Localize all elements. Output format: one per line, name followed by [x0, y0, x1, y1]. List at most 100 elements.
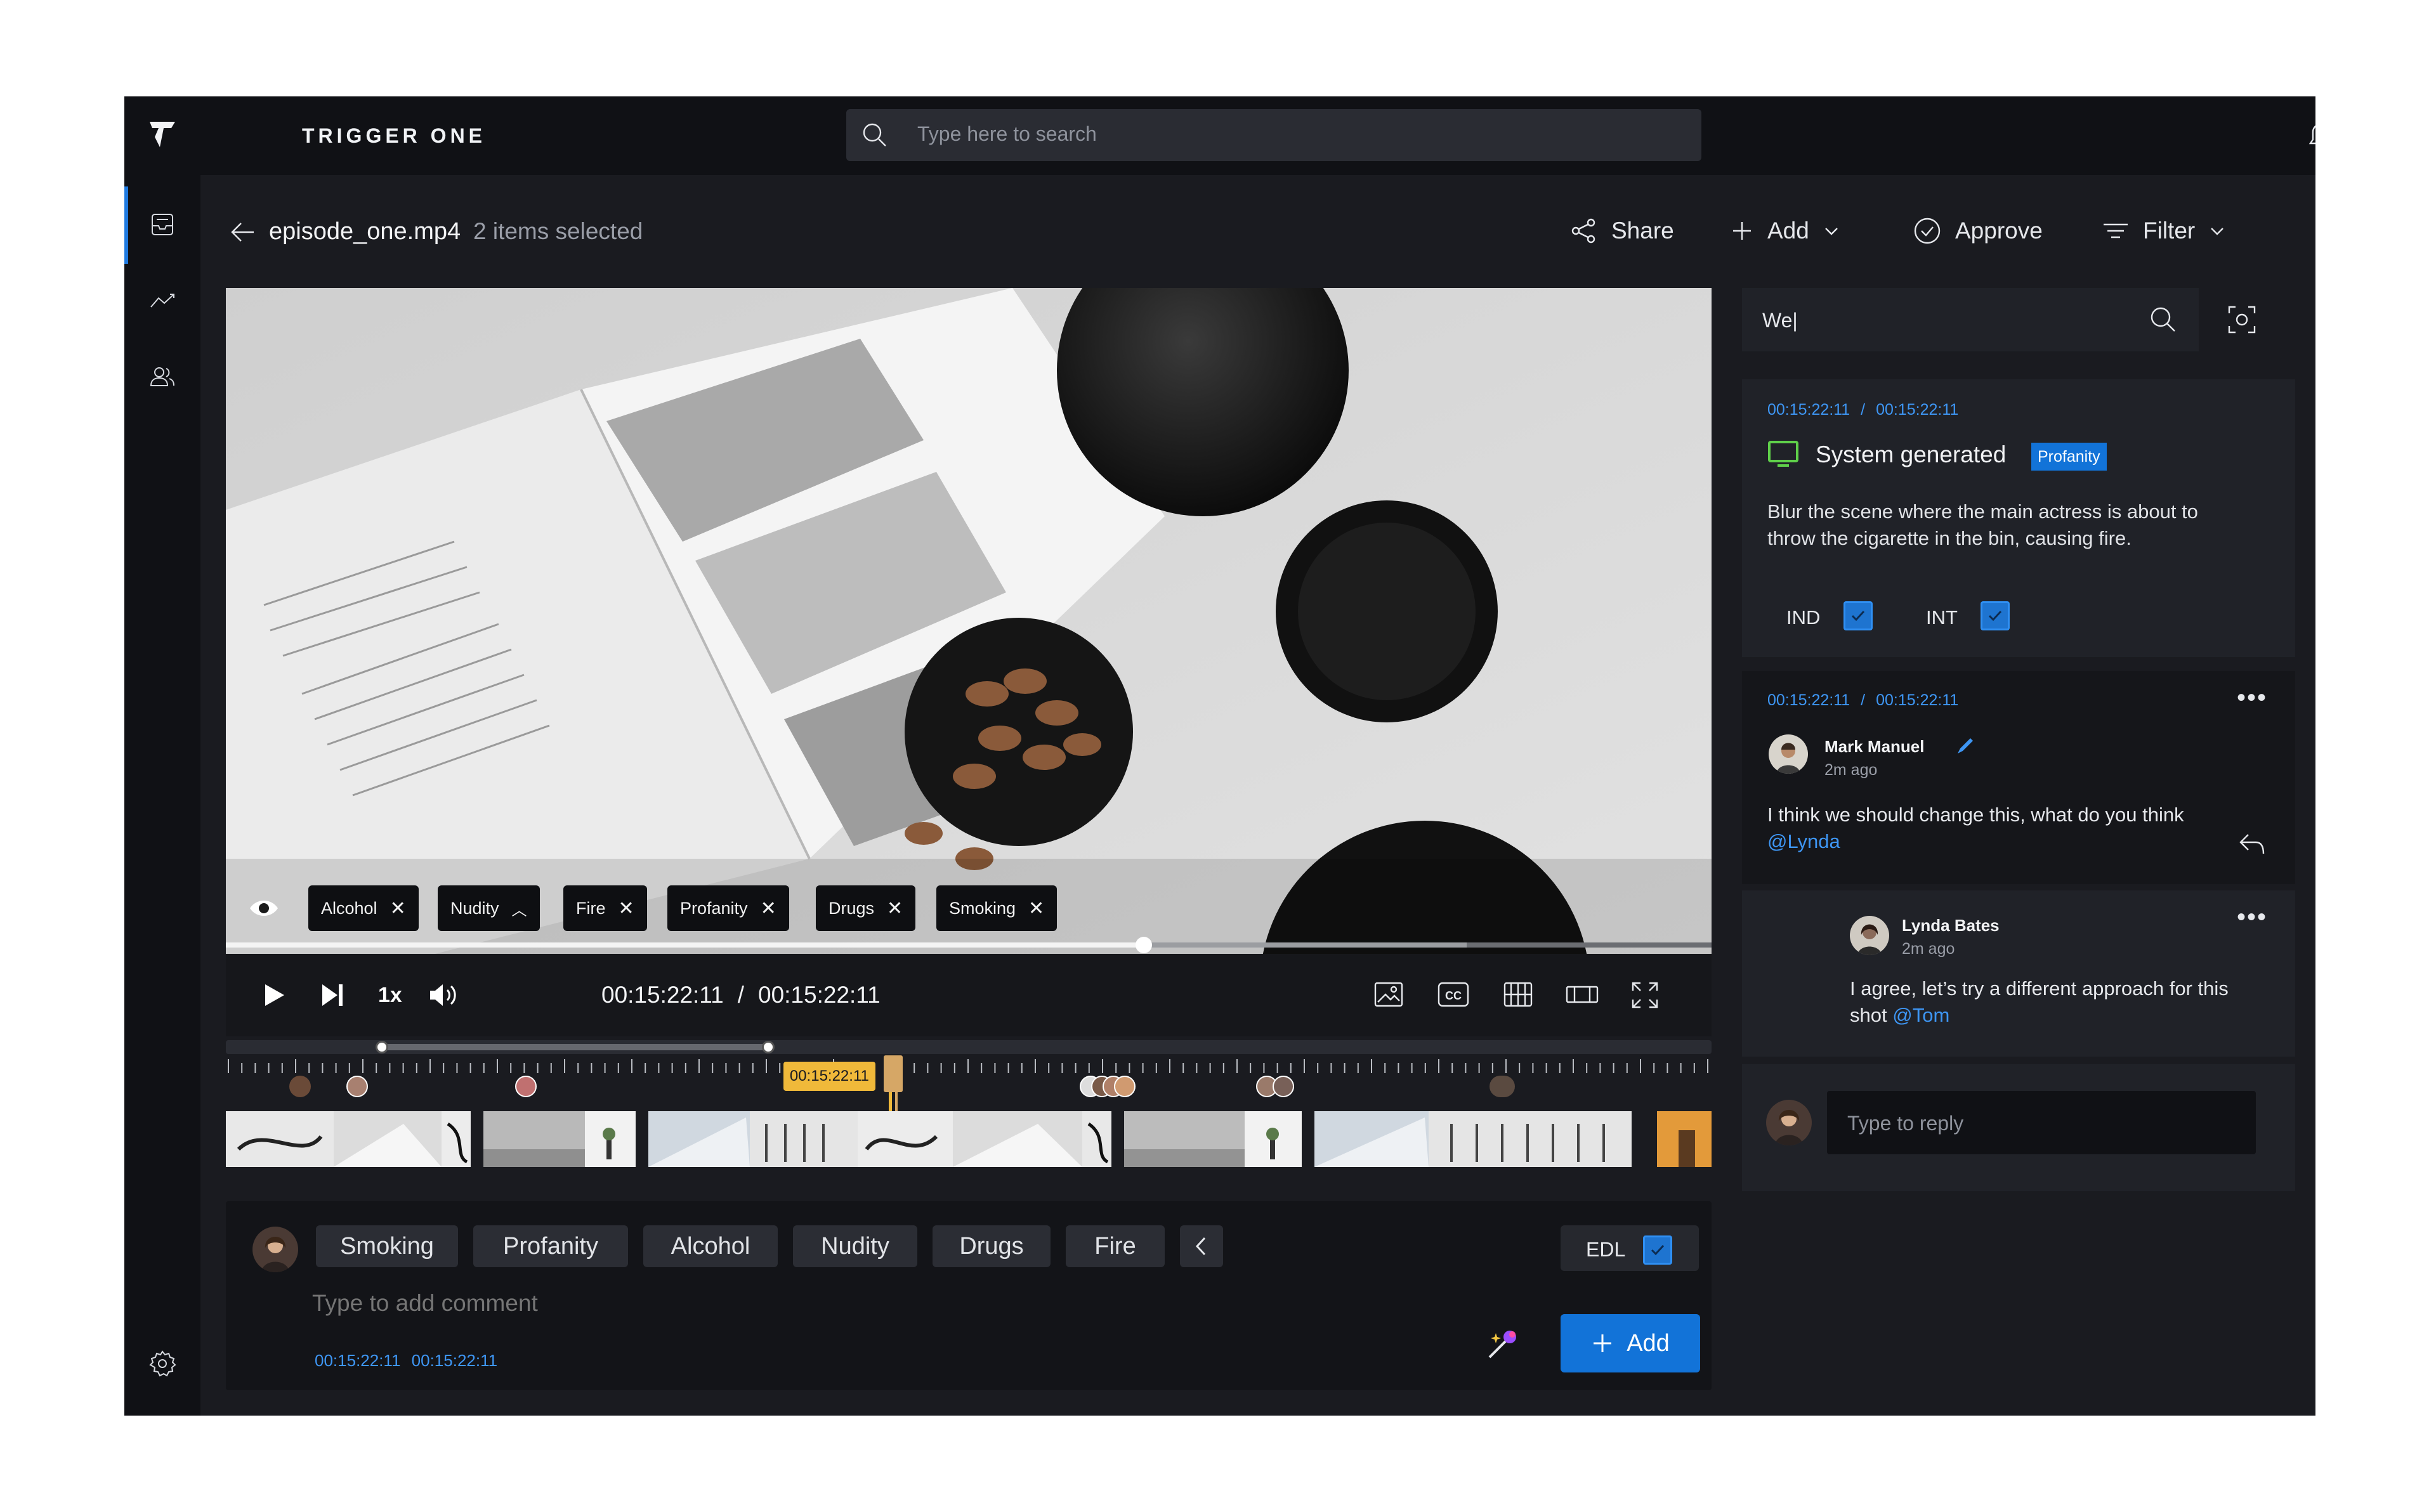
- speed-button[interactable]: 1x: [378, 983, 402, 1008]
- close-icon[interactable]: ✕: [887, 897, 903, 920]
- chevron-up-icon[interactable]: ︿: [512, 897, 527, 920]
- search-icon: [860, 121, 889, 153]
- add-comment-button[interactable]: Add: [1561, 1314, 1700, 1372]
- chip-nudity[interactable]: Nudity: [793, 1225, 917, 1267]
- chip-drugs[interactable]: Drugs: [933, 1225, 1051, 1267]
- fullscreen-icon[interactable]: [1630, 981, 1660, 1013]
- selection-count: 2 items selected: [473, 218, 643, 244]
- users-icon[interactable]: [145, 359, 180, 394]
- panel-search[interactable]: [1742, 288, 2199, 351]
- back-arrow-icon[interactable]: [228, 219, 256, 248]
- magic-wand-icon[interactable]: [1484, 1327, 1520, 1365]
- tag-label: Smoking: [949, 898, 1016, 918]
- reply-card[interactable]: ••• Lynda Bates 2m ago I agree, let’s tr…: [1742, 890, 2295, 1057]
- scan-icon[interactable]: [2227, 304, 2257, 338]
- comment-marker-avatar[interactable]: [1490, 1076, 1515, 1097]
- system-time-range: 00:15:22:11 / 00:15:22:11: [1767, 401, 1958, 419]
- progress-track[interactable]: [226, 937, 1712, 953]
- time-end: 00:15:22:11: [1876, 691, 1959, 709]
- close-icon[interactable]: ✕: [761, 897, 776, 920]
- more-options-icon[interactable]: •••: [2237, 684, 2267, 712]
- check-circle-icon: [1914, 218, 1941, 244]
- skip-next-icon[interactable]: [320, 982, 345, 1012]
- tag-label: Profanity: [680, 898, 748, 918]
- share-label: Share: [1611, 218, 1674, 244]
- close-icon[interactable]: ✕: [390, 897, 406, 920]
- file-name: episode_one.mp4: [269, 218, 461, 245]
- edl-toggle[interactable]: EDL: [1561, 1225, 1699, 1271]
- tag-label: Drugs: [828, 898, 875, 918]
- video-frame[interactable]: Alcohol ✕ Nudity ︿ Fire ✕ Profanity ✕ Drugs ✕…: [226, 288, 1712, 954]
- search-input[interactable]: [916, 122, 1667, 147]
- mention-link[interactable]: @Tom: [1892, 1004, 1949, 1026]
- snapshot-icon[interactable]: [1373, 981, 1405, 1012]
- analytics-icon[interactable]: [145, 283, 180, 318]
- more-options-icon[interactable]: •••: [2237, 903, 2267, 932]
- collapse-chips-button[interactable]: [1180, 1225, 1223, 1267]
- profanity-badge: Profanity: [2031, 443, 2107, 471]
- monitor-icon: [1767, 440, 1799, 471]
- comment-marker-avatar[interactable]: [515, 1076, 537, 1097]
- reply-icon[interactable]: [2237, 830, 2267, 861]
- tag-drugs[interactable]: Drugs ✕: [816, 885, 916, 931]
- tag-fire[interactable]: Fire ✕: [563, 885, 647, 931]
- thumbnail-strip: [226, 1111, 1712, 1167]
- edl-checkbox[interactable]: [1643, 1235, 1672, 1265]
- timeline-range-track[interactable]: [226, 1040, 1712, 1054]
- close-icon[interactable]: ✕: [1028, 897, 1044, 920]
- comment-marker-group[interactable]: [1256, 1076, 1300, 1097]
- reply-input-box[interactable]: [1827, 1091, 2256, 1154]
- panel-search-input[interactable]: [1761, 308, 2119, 333]
- global-search[interactable]: [846, 109, 1701, 161]
- comment-marker-group[interactable]: [1080, 1076, 1137, 1097]
- logo-icon[interactable]: [146, 118, 179, 151]
- bell-icon[interactable]: [2304, 118, 2315, 157]
- chip-alcohol[interactable]: Alcohol: [643, 1225, 778, 1267]
- tag-profanity[interactable]: Profanity ✕: [667, 885, 789, 931]
- volume-icon[interactable]: [428, 982, 459, 1012]
- comment-card[interactable]: 00:15:22:11 / 00:15:22:11 ••• Mark Manue…: [1742, 671, 2295, 884]
- timeline[interactable]: 00:15:22:11: [226, 1040, 1712, 1167]
- comment-marker-avatar[interactable]: [346, 1076, 368, 1097]
- tag-nudity[interactable]: Nudity ︿: [438, 885, 540, 931]
- chip-fire[interactable]: Fire: [1066, 1225, 1165, 1267]
- mention-link[interactable]: @Lynda: [1767, 830, 1840, 852]
- add-menu-button[interactable]: Add: [1729, 212, 1841, 250]
- comment-time-range: 00:15:22:11 00:15:22:11: [315, 1351, 497, 1371]
- tag-label: Nudity: [450, 898, 499, 918]
- reply-input[interactable]: [1846, 1111, 2229, 1136]
- system-comment-card[interactable]: 00:15:22:11 / 00:15:22:11 System generat…: [1742, 379, 2295, 657]
- share-button[interactable]: Share: [1569, 212, 1674, 250]
- chip-smoking[interactable]: Smoking: [316, 1225, 458, 1267]
- video-still-image: [226, 288, 1712, 954]
- ind-checkbox[interactable]: [1843, 601, 1873, 630]
- search-icon[interactable]: [2148, 304, 2178, 338]
- comment-marker-avatar[interactable]: [289, 1076, 311, 1097]
- safe-area-grid-icon[interactable]: [1502, 981, 1534, 1012]
- tag-alcohol[interactable]: Alcohol ✕: [308, 885, 419, 931]
- play-icon[interactable]: [261, 982, 287, 1012]
- tag-smoking[interactable]: Smoking ✕: [936, 885, 1058, 931]
- comment-time-end: 00:15:22:11: [411, 1351, 498, 1370]
- range-start-handle[interactable]: [375, 1041, 388, 1053]
- eye-icon[interactable]: [247, 896, 280, 924]
- filter-menu-button[interactable]: Filter: [2101, 212, 2227, 250]
- aspect-ratio-icon[interactable]: [1564, 981, 1600, 1012]
- captions-icon[interactable]: CC: [1436, 981, 1470, 1012]
- pencil-icon[interactable]: [1953, 733, 1978, 762]
- total-time: 00:15:22:11: [758, 982, 881, 1008]
- plus-icon: [1594, 1334, 1612, 1352]
- approve-label: Approve: [1955, 218, 2043, 244]
- inbox-icon[interactable]: [145, 207, 180, 242]
- int-checkbox[interactable]: [1981, 601, 2010, 630]
- time-display: 00:15:22:11 / 00:15:22:11: [601, 982, 881, 1008]
- range-end-handle[interactable]: [761, 1041, 775, 1053]
- chip-profanity[interactable]: Profanity: [473, 1225, 628, 1267]
- comment-input[interactable]: [311, 1284, 1455, 1323]
- time-start: 00:15:22:11: [1767, 401, 1850, 419]
- top-bar: TRIGGER ONE: [200, 96, 2315, 175]
- settings-gear-icon[interactable]: [145, 1346, 180, 1381]
- close-icon[interactable]: ✕: [619, 897, 634, 920]
- current-time: 00:15:22:11: [601, 982, 724, 1008]
- approve-button[interactable]: Approve: [1912, 212, 2043, 250]
